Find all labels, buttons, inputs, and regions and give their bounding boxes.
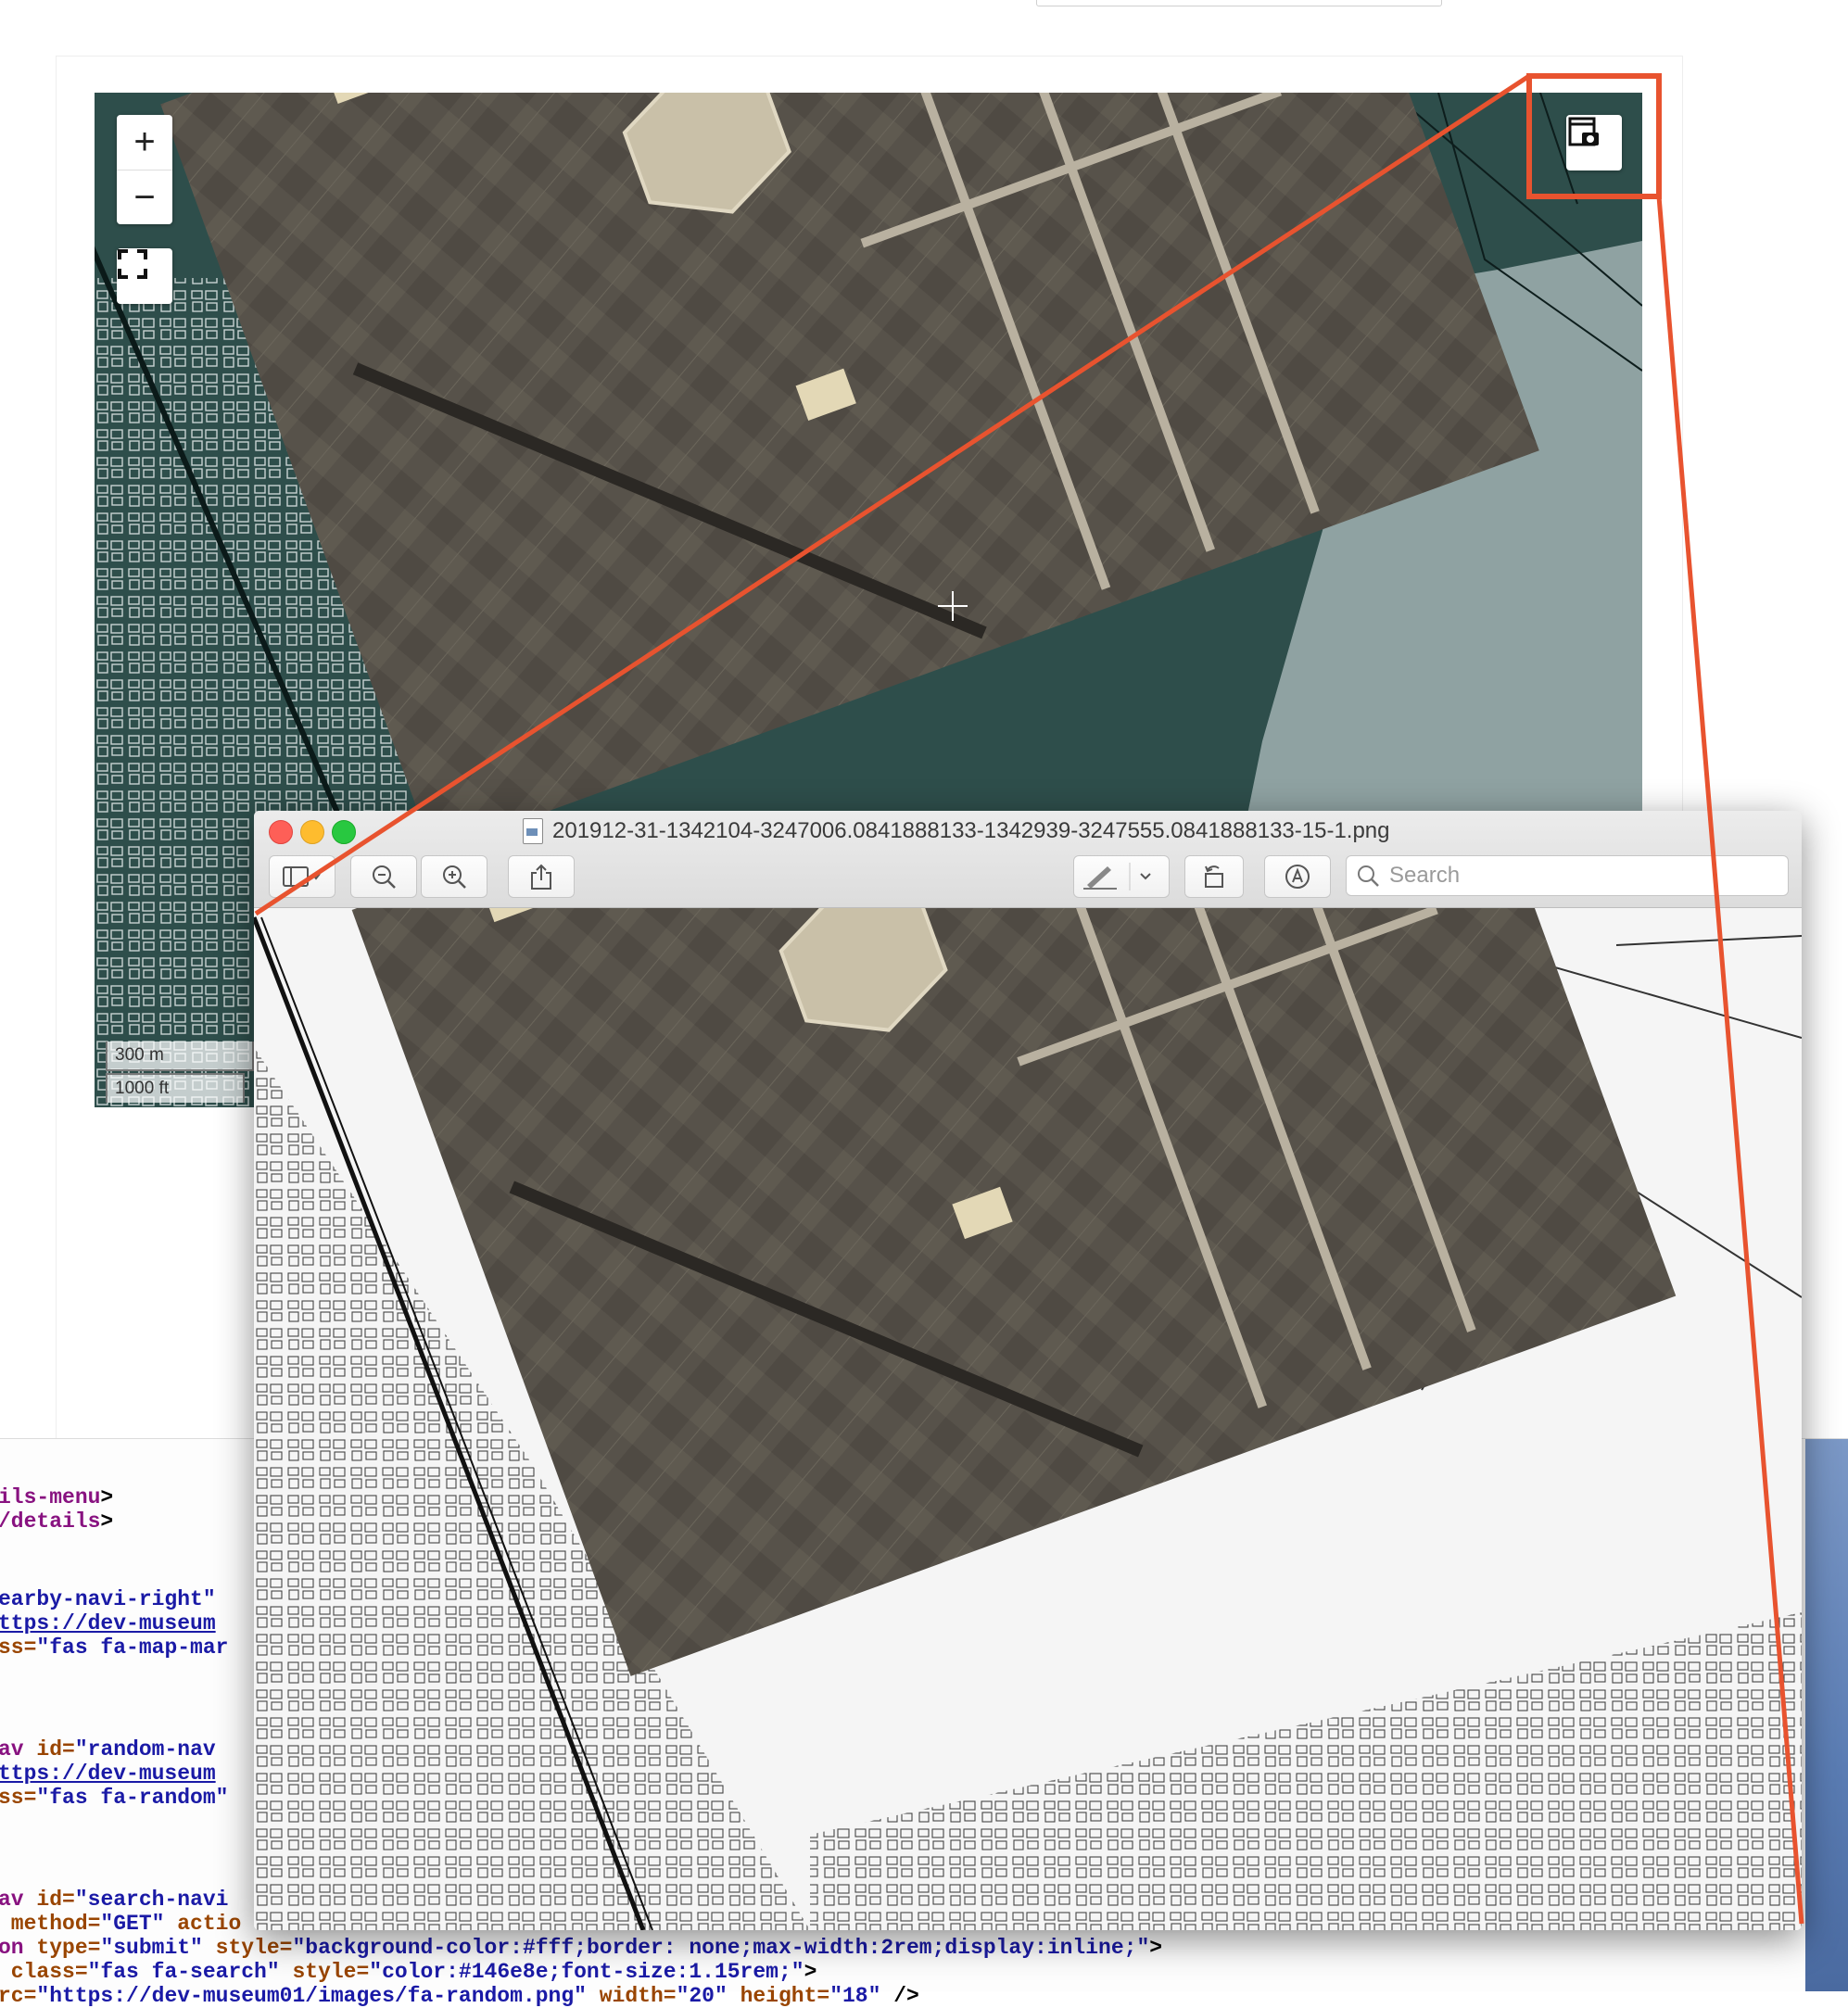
- share-icon: [531, 864, 551, 890]
- code-token: />: [893, 1984, 919, 2008]
- code-token: >: [100, 1485, 114, 1509]
- code-token: "fas fa-search": [87, 1960, 293, 1984]
- sidebar-button[interactable]: [269, 855, 335, 898]
- code-token: id=: [36, 1737, 75, 1762]
- chevron-down-icon: [1140, 873, 1151, 880]
- window-titlebar[interactable]: 201912-31-1342104-3247006.0841888133-134…: [254, 811, 1802, 908]
- zoom-in-button[interactable]: +: [117, 115, 172, 170]
- zoom-control: + −: [117, 115, 172, 224]
- png-file-icon: [523, 818, 543, 844]
- code-token: /details: [0, 1509, 101, 1534]
- preview-image[interactable]: [254, 908, 1802, 1930]
- search-placeholder: Search: [1389, 863, 1461, 888]
- code-token: "18": [829, 1984, 894, 2008]
- code-token: ils-menu: [0, 1485, 101, 1509]
- markup-toolbar-button[interactable]: [1264, 855, 1331, 898]
- code-token: height=: [740, 1984, 830, 2008]
- code-token: "fas fa-random": [36, 1786, 229, 1810]
- code-token: style=: [215, 1936, 293, 1960]
- code-line: on type="submit" style="background-color…: [0, 1936, 1162, 1960]
- code-token: method=: [0, 1912, 101, 1936]
- code-token: ss=: [0, 1635, 37, 1660]
- fullscreen-icon: [118, 249, 147, 279]
- zoom-out-button[interactable]: −: [117, 170, 172, 225]
- code-line: ttps://dev-museum: [0, 1611, 216, 1635]
- zoom-out-button-preview[interactable]: [350, 855, 417, 898]
- window-close-button[interactable]: [269, 820, 293, 844]
- window-title: 201912-31-1342104-3247006.0841888133-134…: [523, 818, 1390, 844]
- top-input-stub[interactable]: [1036, 0, 1442, 6]
- code-panel-scroll-area[interactable]: [1805, 1439, 1848, 1991]
- code-token: "random-nav: [74, 1737, 216, 1762]
- scale-bar-imperial: 1000 ft: [106, 1073, 245, 1103]
- markup-pen-button[interactable]: [1073, 855, 1170, 898]
- code-token: >: [100, 1509, 114, 1534]
- code-token: "background-color:#fff;border: none;max-…: [292, 1936, 1150, 1960]
- code-token: "fas fa-map-mar: [36, 1635, 229, 1660]
- code-token: >: [1149, 1936, 1163, 1960]
- code-token: ttps://dev-museum: [0, 1611, 216, 1635]
- code-token: "GET": [100, 1912, 178, 1936]
- code-token: rc=: [0, 1984, 37, 2008]
- code-line: av id="random-nav: [0, 1737, 216, 1762]
- code-line: av id="search-navi: [0, 1888, 228, 1912]
- code-token: av: [0, 1737, 37, 1762]
- code-token: >: [804, 1960, 817, 1984]
- code-token: "submit": [100, 1936, 216, 1960]
- code-token: "https://dev-museum01/images/fa-random.p…: [36, 1984, 600, 2008]
- code-token: width=: [599, 1984, 677, 2008]
- markup-pen-icon: [1083, 863, 1151, 890]
- code-token: ttps://dev-museum: [0, 1762, 216, 1786]
- window-title-text: 201912-31-1342104-3247006.0841888133-134…: [552, 818, 1390, 843]
- code-line: earby-navi-right": [0, 1587, 216, 1611]
- screenshot-button[interactable]: [1566, 115, 1622, 170]
- code-token: "search-navi: [74, 1888, 229, 1912]
- sidebar-icon: [283, 866, 321, 887]
- markup-toolbar-icon: [1285, 865, 1310, 889]
- code-line: ils-menu>: [0, 1485, 113, 1509]
- code-line: ss="fas fa-map-mar: [0, 1635, 228, 1660]
- code-token: class=: [0, 1960, 88, 1984]
- code-line: method="GET" actio: [0, 1912, 241, 1936]
- code-token: style=: [292, 1960, 370, 1984]
- code-line: /details>: [0, 1509, 113, 1534]
- zoom-in-icon: [443, 865, 466, 889]
- zoom-in-button-preview[interactable]: [421, 855, 487, 898]
- code-token: "color:#146e8e;font-size:1.15rem;": [369, 1960, 804, 1984]
- code-token: earby-navi-right: [0, 1587, 203, 1611]
- zoom-out-icon: [373, 865, 396, 889]
- code-token: av: [0, 1888, 37, 1912]
- share-button[interactable]: [508, 855, 575, 898]
- window-zoom-button[interactable]: [332, 820, 356, 844]
- search-icon: [1358, 865, 1379, 887]
- code-token: on: [0, 1936, 37, 1960]
- fullscreen-button[interactable]: [117, 248, 172, 304]
- code-token: ss=: [0, 1786, 37, 1810]
- preview-window: 201912-31-1342104-3247006.0841888133-134…: [254, 811, 1802, 1930]
- search-input[interactable]: Search: [1346, 855, 1789, 896]
- code-token: ": [202, 1587, 216, 1611]
- code-token: actio: [177, 1912, 242, 1936]
- window-minimize-button[interactable]: [300, 820, 324, 844]
- code-line: ttps://dev-museum: [0, 1762, 216, 1786]
- code-line: class="fas fa-search" style="color:#146e…: [0, 1960, 817, 1984]
- code-token: type=: [36, 1936, 101, 1960]
- rotate-button[interactable]: [1184, 855, 1244, 898]
- camera-screenshot-icon: [1568, 117, 1599, 146]
- rotate-icon: [1205, 865, 1223, 888]
- code-line: rc="https://dev-museum01/images/fa-rando…: [0, 1984, 919, 2008]
- preview-image-canvas: [254, 908, 1802, 1930]
- code-line: ss="fas fa-random": [0, 1786, 228, 1810]
- code-token: "20": [676, 1984, 740, 2008]
- scale-bar-metric: 300 m: [106, 1042, 254, 1071]
- code-token: id=: [36, 1888, 75, 1912]
